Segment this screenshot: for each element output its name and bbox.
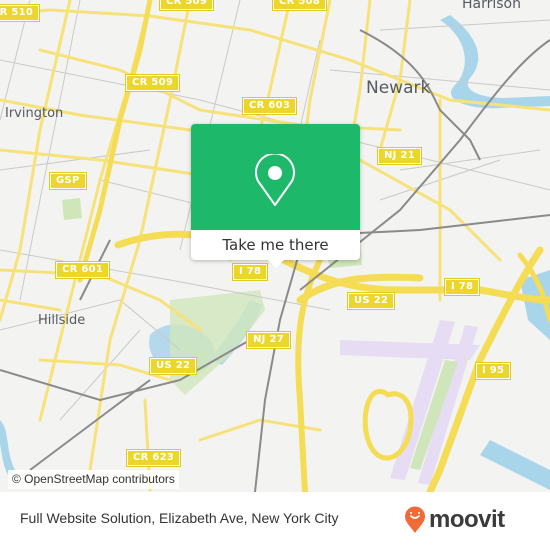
bay-water bbox=[480, 440, 550, 490]
moovit-wordmark: moovit bbox=[429, 506, 505, 533]
road-shield-cr510: CR 510 bbox=[0, 4, 41, 22]
road-shield-cr509-top: CR 509 bbox=[158, 0, 215, 11]
road-shield-us22-left: US 22 bbox=[148, 357, 198, 375]
road-shield-us22-right: US 22 bbox=[346, 292, 396, 310]
location-pin-icon bbox=[255, 154, 295, 206]
road-shield-i78-right: I 78 bbox=[443, 278, 481, 296]
place-label-irvington: Irvington bbox=[5, 106, 64, 121]
road-shield-cr601: CR 601 bbox=[54, 261, 111, 279]
place-label-hillside: Hillside bbox=[38, 313, 86, 328]
road-shield-gsp: GSP bbox=[49, 172, 87, 190]
take-me-there-button[interactable]: Take me there bbox=[191, 230, 360, 260]
popup-header[interactable] bbox=[191, 124, 360, 230]
road-shield-nj27: NJ 27 bbox=[246, 331, 291, 349]
moovit-logo[interactable]: moovit bbox=[404, 506, 505, 534]
place-label-harrison: Harrison bbox=[462, 0, 521, 12]
moovit-pin-icon bbox=[405, 506, 425, 533]
place-label-newark: Newark bbox=[366, 78, 431, 98]
road-shield-i78-left: I 78 bbox=[231, 263, 269, 281]
map-view[interactable]: Newark Harrison Irvington Hillside CR 51… bbox=[0, 0, 550, 492]
footer-bar: Full Website Solution, Elizabeth Ave, Ne… bbox=[0, 492, 550, 550]
road-shield-cr509: CR 509 bbox=[124, 74, 181, 92]
park-small bbox=[62, 198, 82, 220]
road-shield-i95: I 95 bbox=[474, 362, 512, 380]
destination-popup[interactable]: Take me there bbox=[191, 124, 360, 268]
creek-water bbox=[0, 420, 15, 475]
destination-address: Full Website Solution, Elizabeth Ave, Ne… bbox=[20, 510, 339, 526]
popup-pointer bbox=[268, 260, 284, 268]
road-shield-cr623: CR 623 bbox=[125, 449, 182, 467]
road-shield-nj21: NJ 21 bbox=[377, 147, 422, 165]
road-shield-cr508: CR 508 bbox=[271, 0, 328, 11]
road-shield-cr603: CR 603 bbox=[241, 97, 298, 115]
airport-loop-road bbox=[362, 389, 414, 461]
map-attribution[interactable]: © OpenStreetMap contributors bbox=[8, 470, 179, 489]
